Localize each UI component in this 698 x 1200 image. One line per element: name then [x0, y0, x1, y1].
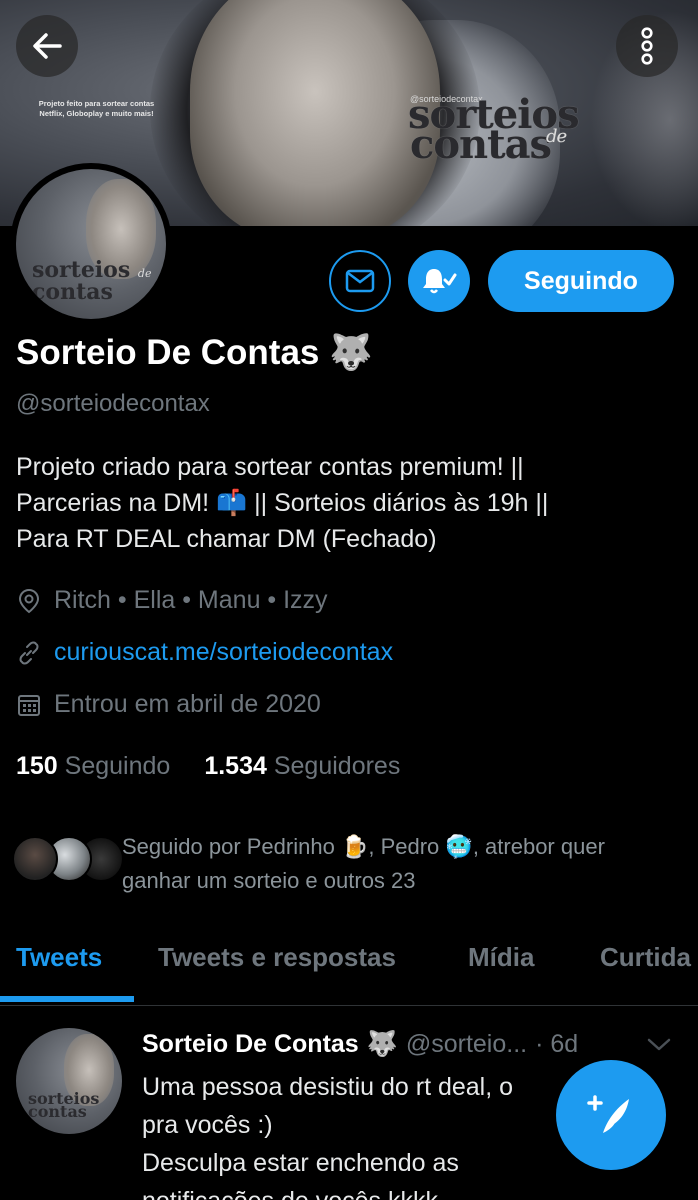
location-text: Ritch • Ella • Manu • Izzy — [54, 586, 328, 614]
following-count: 150 — [16, 752, 58, 780]
profile-avatar[interactable]: sorteios de contas — [10, 163, 172, 325]
mailbox-emoji: 📫 — [216, 489, 248, 517]
profile-joined: Entrou em abril de 2020 — [16, 690, 321, 719]
tab-tweets[interactable]: Tweets — [16, 930, 102, 1005]
tab-tweets-and-replies[interactable]: Tweets e respostas — [158, 930, 396, 1005]
profile-tabs: Tweets Tweets e respostas Mídia Curtida — [0, 930, 698, 1006]
bio-line: Parcerias na DM! 📫 || Sorteios diários à… — [16, 485, 686, 521]
compose-tweet-button[interactable] — [556, 1060, 666, 1170]
tab-likes[interactable]: Curtida — [600, 930, 691, 1005]
tweet-avatar-logo-line: contas — [28, 1102, 87, 1121]
banner-caption-line: Projeto feito para sortear contas — [38, 99, 155, 108]
following-stat[interactable]: 150 Seguindo — [16, 752, 170, 781]
followed-by-part: Seguido por Pedrinho — [122, 834, 335, 859]
wolf-emoji: 🐺 — [329, 333, 373, 372]
tweet-timestamp[interactable]: · 6d — [535, 1030, 578, 1059]
tweet-avatar-logo: sorteios contas — [28, 1091, 99, 1121]
profile-location: Ritch • Ella • Manu • Izzy — [16, 586, 328, 615]
banner-caption: Projeto feito para sortear contas Netfli… — [14, 99, 179, 119]
profile-name: Sorteio De Contas 🐺 — [16, 332, 373, 373]
follow-stats: 150 Seguindo 1.534 Seguidores — [16, 752, 400, 781]
profile-bio: Projeto criado para sortear contas premi… — [16, 449, 686, 557]
tweet-author-name[interactable]: Sorteio De Contas — [142, 1030, 359, 1059]
banner-brand-logo: sorteios de contas — [408, 95, 580, 165]
avatar-logo: sorteios de contas — [32, 259, 152, 303]
calendar-icon — [18, 694, 40, 716]
wolf-emoji: 🐺 — [366, 1030, 398, 1058]
tab-media[interactable]: Mídia — [468, 930, 534, 1005]
tweet-avatar[interactable]: sorteios contas — [16, 1028, 122, 1134]
link-icon — [19, 641, 39, 664]
location-pin-icon — [18, 588, 40, 613]
followed-by[interactable]: Seguido por Pedrinho 🍺, Pedro 🥶, atrebor… — [12, 830, 698, 898]
chevron-down-icon[interactable] — [646, 1036, 672, 1054]
website-link[interactable]: curiouscat.me/sorteiodecontax — [54, 638, 393, 667]
banner-photo-face — [190, 0, 440, 226]
tweet-header: Sorteio De Contas 🐺 @sorteio... · 6d — [142, 1030, 578, 1059]
followed-by-avatars — [12, 830, 124, 882]
following-button[interactable]: Seguindo — [488, 250, 674, 312]
arrow-left-icon — [33, 33, 62, 59]
followed-by-part: ganhar um sorteio e outros 23 — [122, 868, 416, 893]
banner-brand-de: de — [546, 126, 567, 147]
followers-label: Seguidores — [273, 752, 401, 780]
banner-caption-line: Netflix, Globoplay e muito mais! — [39, 109, 154, 118]
beer-emoji: 🍺 — [340, 834, 369, 859]
avatar-logo-line: contas — [32, 279, 113, 305]
notifications-button[interactable] — [408, 250, 470, 312]
bio-line: Projeto criado para sortear contas premi… — [16, 453, 524, 481]
following-label: Seguindo — [64, 752, 171, 780]
compose-feather-icon — [587, 1095, 629, 1133]
bio-text: Parcerias na DM! — [16, 489, 210, 517]
profile-handle: @sorteiodecontax — [16, 390, 210, 417]
avatar-image: sorteios de contas — [16, 169, 166, 319]
message-button[interactable] — [329, 250, 391, 312]
profile-name-text: Sorteio De Contas — [16, 332, 320, 372]
tweet-author-handle[interactable]: @sorteio... — [406, 1030, 527, 1059]
bell-check-icon — [423, 269, 457, 294]
profile-website[interactable]: curiouscat.me/sorteiodecontax — [16, 638, 393, 667]
active-tab-indicator — [0, 996, 134, 1002]
followers-stat[interactable]: 1.534 Seguidores — [204, 752, 400, 781]
more-options-button[interactable] — [616, 15, 678, 77]
back-button[interactable] — [16, 15, 78, 77]
avatar-logo-de: de — [137, 267, 152, 280]
bio-line: Para RT DEAL chamar DM (Fechado) — [16, 525, 437, 553]
bio-text: || Sorteios diários às 19h || — [254, 489, 549, 517]
followed-by-part: , Pedro — [368, 834, 440, 859]
more-vertical-icon — [641, 27, 653, 65]
followed-by-part: , atrebor quer — [472, 834, 605, 859]
joined-text: Entrou em abril de 2020 — [54, 690, 321, 718]
cold-face-emoji: 🥶 — [445, 834, 473, 859]
followed-by-text: Seguido por Pedrinho 🍺, Pedro 🥶, atrebor… — [122, 830, 605, 898]
tweet-line: notificações de vocês kkkk — [142, 1182, 682, 1200]
envelope-icon — [345, 269, 375, 293]
avatar — [12, 836, 58, 882]
followers-count: 1.534 — [204, 752, 267, 780]
